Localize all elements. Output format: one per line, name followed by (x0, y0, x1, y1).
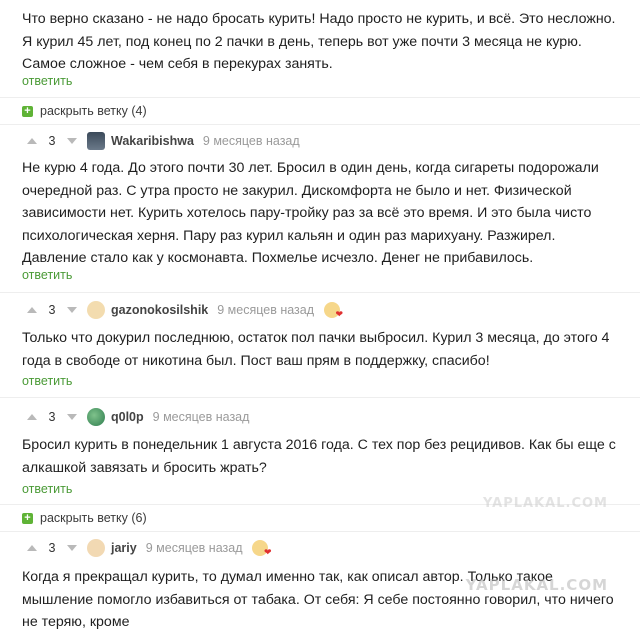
comment-author[interactable]: Wakaribishwa (111, 134, 194, 148)
comment-author[interactable]: gazonokosilshik (111, 303, 208, 317)
divider (0, 397, 640, 398)
watermark: YAPLAKAL.COM (465, 576, 608, 594)
downvote-arrow-icon[interactable] (67, 414, 77, 420)
avatar[interactable] (87, 408, 105, 426)
reply-link[interactable]: ответить (22, 374, 72, 388)
expand-thread-button[interactable]: + раскрыть ветку (6) (22, 510, 147, 526)
upvote-arrow-icon[interactable] (27, 138, 37, 144)
downvote-arrow-icon[interactable] (67, 138, 77, 144)
emoji-badge-icon: ❤ (252, 540, 271, 557)
reply-link[interactable]: ответить (22, 268, 72, 282)
divider (0, 124, 640, 125)
plus-icon: + (22, 512, 33, 524)
expand-thread-label: раскрыть ветку (4) (40, 104, 147, 118)
comment-meta: 3 q0l0p 9 месяцев назад (27, 405, 249, 429)
expand-thread-button[interactable]: + раскрыть ветку (4) (22, 103, 147, 119)
upvote-arrow-icon[interactable] (27, 307, 37, 313)
comment-meta: 3 jariy 9 месяцев назад ❤ (27, 536, 271, 560)
comments-page: Что верно сказано - не надо бросать кури… (0, 0, 640, 630)
upvote-arrow-icon[interactable] (27, 414, 37, 420)
comment-meta: 3 Wakaribishwa 9 месяцев назад (27, 129, 300, 153)
emoji-badge-icon: ❤ (324, 302, 344, 319)
downvote-arrow-icon[interactable] (67, 307, 77, 313)
comment-text: Только что докурил последнюю, остаток по… (22, 330, 610, 369)
plus-icon: + (22, 105, 33, 117)
heart-icon: ❤ (263, 547, 272, 557)
comment-time: 9 месяцев назад (152, 410, 250, 424)
comment-author[interactable]: jariy (111, 541, 137, 555)
heart-icon: ❤ (335, 309, 344, 319)
expand-thread-label: раскрыть ветку (6) (40, 511, 147, 525)
reply-link[interactable]: ответить (22, 482, 72, 496)
avatar[interactable] (87, 132, 105, 150)
comment-time: 9 месяцев назад (202, 134, 300, 148)
upvote-arrow-icon[interactable] (27, 545, 37, 551)
comment-rating: 3 (48, 541, 56, 555)
avatar[interactable] (87, 301, 105, 319)
watermark: YAPLAKAL.COM (483, 496, 608, 511)
comment-rating: 3 (48, 134, 56, 148)
comment-meta: 3 gazonokosilshik 9 месяцев назад ❤ (27, 298, 344, 322)
comment-text: Не курю 4 года. До этого почти 30 лет. Б… (22, 160, 599, 266)
divider (0, 292, 640, 293)
comment-rating: 3 (48, 410, 56, 424)
divider (0, 97, 640, 98)
avatar[interactable] (87, 539, 105, 557)
comment-author[interactable]: q0l0p (111, 410, 144, 424)
downvote-arrow-icon[interactable] (67, 545, 77, 551)
comment-time: 9 месяцев назад (145, 541, 243, 555)
reply-link[interactable]: ответить (22, 74, 72, 88)
comment-text: Что верно сказано - не надо бросать кури… (22, 11, 616, 72)
divider (0, 531, 640, 532)
comment-time: 9 месяцев назад (217, 303, 315, 317)
comment-rating: 3 (48, 303, 56, 317)
comment-text: Бросил курить в понедельник 1 августа 20… (22, 437, 616, 476)
